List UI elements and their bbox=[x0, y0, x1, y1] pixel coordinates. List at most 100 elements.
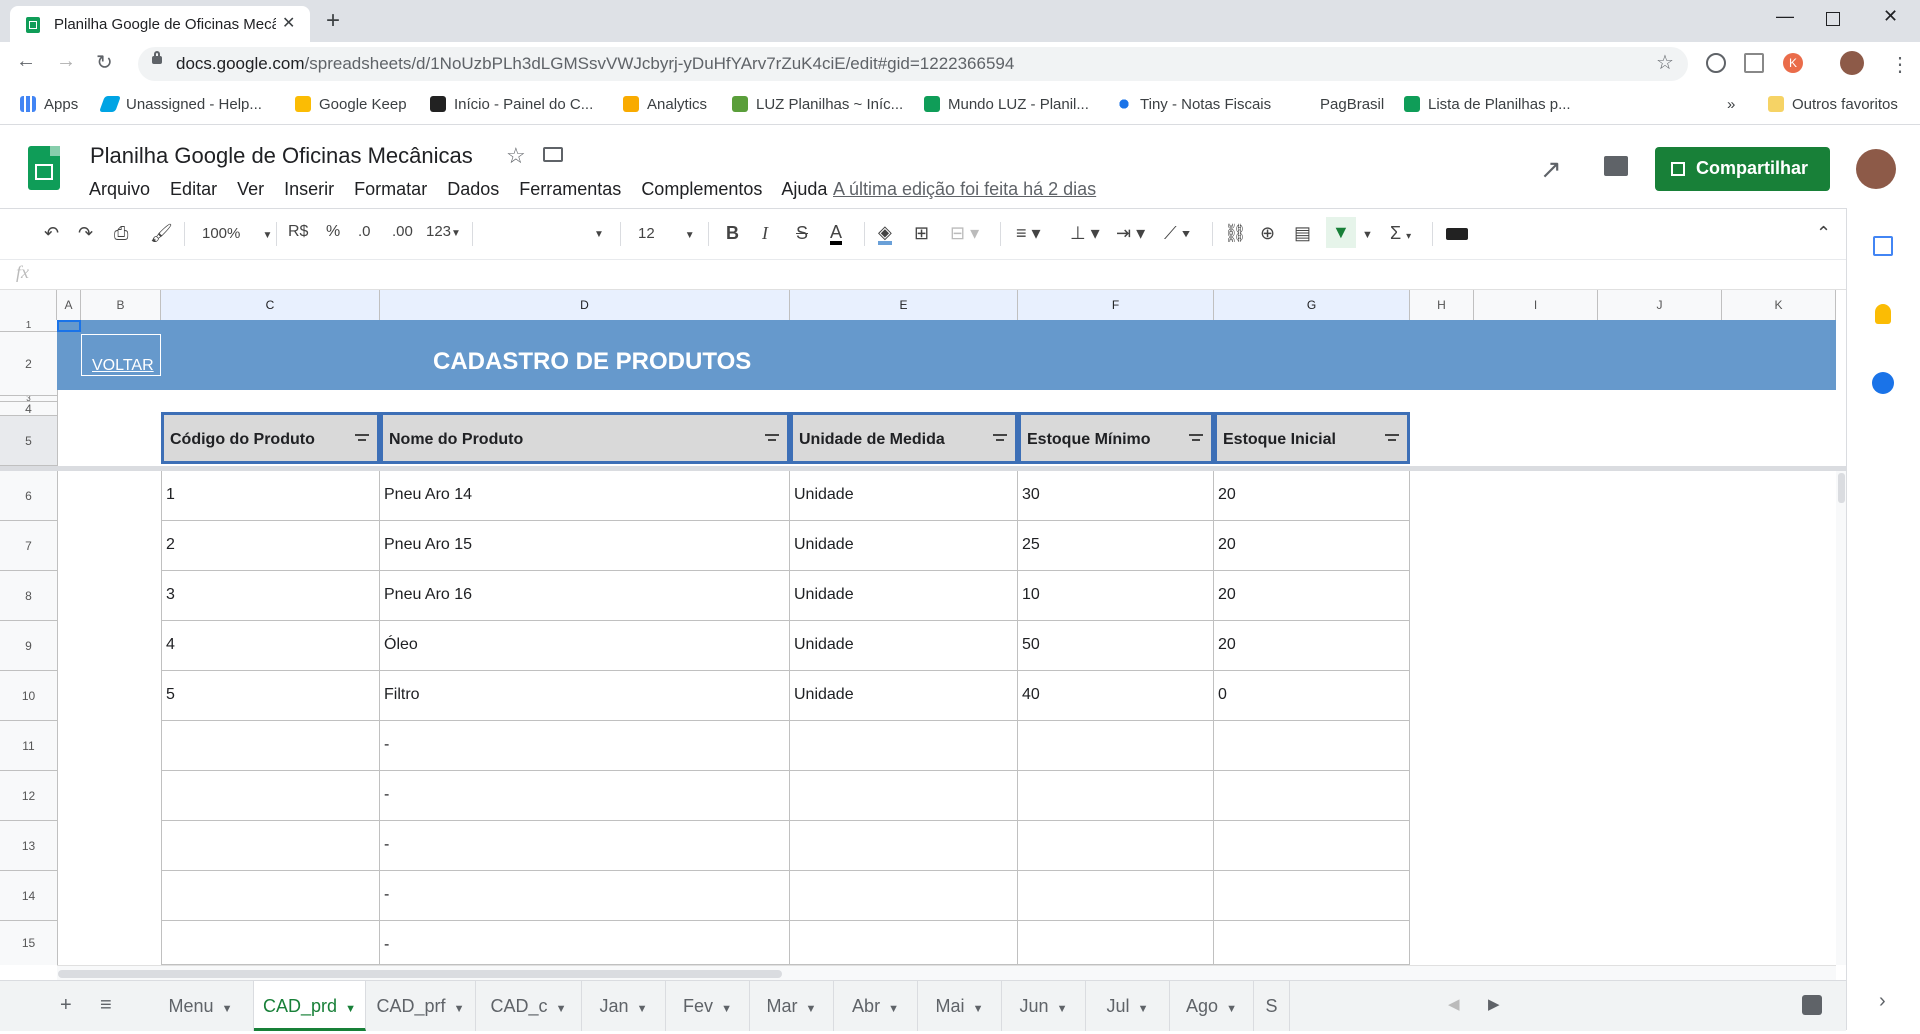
active-cell-cursor[interactable] bbox=[57, 320, 81, 332]
lock-icon[interactable] bbox=[152, 51, 162, 64]
sheet-tab[interactable]: Menu ▼ bbox=[148, 981, 254, 1031]
bookmark-luz[interactable]: LUZ Planilhas ~ Iníc... bbox=[732, 96, 903, 113]
last-edit-link[interactable]: A última edição foi feita há 2 dias bbox=[833, 179, 1096, 200]
table-cell[interactable] bbox=[161, 871, 380, 921]
row-header[interactable]: 4 bbox=[0, 402, 57, 416]
header-estoque-minimo[interactable]: Estoque Mínimo bbox=[1018, 412, 1214, 464]
sheet-tab-dropdown-icon[interactable]: ▼ bbox=[1226, 1003, 1237, 1015]
column-header[interactable]: F bbox=[1018, 290, 1214, 320]
table-cell[interactable]: 5 bbox=[161, 671, 380, 721]
all-sheets-icon[interactable]: ≡ bbox=[100, 994, 112, 1017]
new-tab-icon[interactable]: + bbox=[326, 7, 340, 35]
filter-icon[interactable] bbox=[355, 434, 369, 444]
horizontal-align-icon[interactable]: ≡ ▾ bbox=[1016, 223, 1041, 244]
bookmark-outros[interactable]: Outros favoritos bbox=[1768, 96, 1898, 113]
formula-bar[interactable] bbox=[0, 259, 1846, 290]
sheet-tab[interactable]: Ago ▼ bbox=[1170, 981, 1254, 1031]
text-rotation-icon[interactable]: ⟋ ▾ bbox=[1164, 223, 1190, 244]
table-cell[interactable]: 0 bbox=[1214, 671, 1410, 721]
bookmark-keep[interactable]: Google Keep bbox=[295, 96, 407, 113]
print-icon[interactable]: ⎙ bbox=[114, 223, 128, 244]
menu-editar[interactable]: Editar bbox=[170, 179, 217, 199]
row-header[interactable]: 6 bbox=[0, 471, 57, 521]
column-header[interactable]: H bbox=[1410, 290, 1474, 320]
sheet-tab-dropdown-icon[interactable]: ▼ bbox=[721, 1003, 732, 1015]
table-cell[interactable]: 30 bbox=[1018, 471, 1214, 521]
table-cell[interactable] bbox=[1018, 821, 1214, 871]
row-header[interactable]: 2 bbox=[0, 332, 57, 396]
calendar-icon[interactable] bbox=[1873, 236, 1893, 256]
undo-icon[interactable]: ↶ bbox=[44, 223, 59, 244]
table-cell[interactable] bbox=[1018, 771, 1214, 821]
sheet-tab[interactable]: CAD_prf ▼ bbox=[366, 981, 476, 1031]
menu-dados[interactable]: Dados bbox=[447, 179, 499, 199]
menu-arquivo[interactable]: Arquivo bbox=[89, 179, 150, 199]
column-header[interactable]: J bbox=[1598, 290, 1722, 320]
table-cell[interactable]: 20 bbox=[1214, 571, 1410, 621]
menu-complementos[interactable]: Complementos bbox=[641, 179, 762, 199]
table-cell[interactable]: Óleo bbox=[380, 621, 790, 671]
tasks-icon[interactable] bbox=[1872, 372, 1894, 394]
insert-comment-icon[interactable]: ⊕ bbox=[1260, 223, 1275, 244]
bookmarks-overflow-icon[interactable]: » bbox=[1727, 96, 1735, 113]
table-cell[interactable]: 20 bbox=[1214, 521, 1410, 571]
table-cell[interactable]: 4 bbox=[161, 621, 380, 671]
table-cell[interactable] bbox=[1214, 921, 1410, 965]
extension-icon[interactable] bbox=[1706, 53, 1726, 73]
table-cell[interactable]: 10 bbox=[1018, 571, 1214, 621]
menu-ver[interactable]: Ver bbox=[237, 179, 264, 199]
menu-formatar[interactable]: Formatar bbox=[354, 179, 427, 199]
table-cell[interactable]: - bbox=[380, 771, 790, 821]
bookmark-lista[interactable]: Lista de Planilhas p... bbox=[1404, 96, 1571, 113]
sheet-tab-dropdown-icon[interactable]: ▼ bbox=[222, 1003, 233, 1015]
strikethrough-button[interactable]: S bbox=[796, 223, 808, 244]
bookmark-inicio[interactable]: Início - Painel do C... bbox=[430, 96, 593, 113]
header-estoque-inicial[interactable]: Estoque Inicial bbox=[1214, 412, 1410, 464]
text-color-button[interactable]: A bbox=[830, 223, 843, 245]
table-cell[interactable]: 40 bbox=[1018, 671, 1214, 721]
row-header[interactable]: 5 bbox=[0, 416, 57, 466]
table-cell[interactable] bbox=[790, 871, 1018, 921]
header-codigo[interactable]: Código do Produto bbox=[161, 412, 380, 464]
activity-trend-icon[interactable]: ↗ bbox=[1540, 154, 1562, 185]
scroll-tabs-left-icon[interactable]: ◀ bbox=[1448, 995, 1460, 1013]
row-header[interactable]: 7 bbox=[0, 521, 57, 571]
sheet-tab-dropdown-icon[interactable]: ▼ bbox=[454, 1003, 465, 1015]
row-header[interactable]: 11 bbox=[0, 721, 57, 771]
sheet-tab[interactable]: CAD_prd ▼ bbox=[254, 981, 366, 1031]
increase-decimal-button[interactable]: .00 bbox=[392, 223, 413, 240]
expand-panel-icon[interactable]: › bbox=[1879, 990, 1886, 1013]
insert-link-icon[interactable]: ⛓ bbox=[1224, 223, 1247, 244]
table-cell[interactable]: Unidade bbox=[790, 621, 1018, 671]
table-cell[interactable] bbox=[790, 721, 1018, 771]
table-cell[interactable]: Unidade bbox=[790, 571, 1018, 621]
column-header[interactable]: D bbox=[380, 290, 790, 320]
bold-button[interactable]: B bbox=[726, 223, 739, 244]
window-close-icon[interactable]: ✕ bbox=[1883, 6, 1898, 27]
extension-k-icon[interactable]: K bbox=[1783, 53, 1803, 73]
table-cell[interactable]: Filtro bbox=[380, 671, 790, 721]
collapse-menus-icon[interactable]: ⌃ bbox=[1816, 223, 1831, 244]
bookmark-star-icon[interactable]: ☆ bbox=[1656, 50, 1674, 75]
header-nome[interactable]: Nome do Produto bbox=[380, 412, 790, 464]
table-cell[interactable]: 2 bbox=[161, 521, 380, 571]
table-cell[interactable] bbox=[790, 921, 1018, 965]
bookmark-pagbrasil[interactable]: PagBrasil bbox=[1294, 96, 1384, 113]
bookmark-tiny[interactable]: Tiny - Notas Fiscais bbox=[1116, 96, 1271, 113]
table-cell[interactable]: 20 bbox=[1214, 471, 1410, 521]
table-cell[interactable] bbox=[1214, 771, 1410, 821]
sheet-tab[interactable]: Abr ▼ bbox=[834, 981, 918, 1031]
close-tab-icon[interactable]: ✕ bbox=[282, 13, 295, 33]
explore-icon[interactable] bbox=[1802, 995, 1822, 1015]
star-icon[interactable]: ☆ bbox=[506, 143, 526, 169]
filter-icon[interactable] bbox=[1385, 434, 1399, 444]
select-all-corner[interactable] bbox=[0, 290, 57, 320]
menu-inserir[interactable]: Inserir bbox=[284, 179, 334, 199]
sheet-tab[interactable]: S bbox=[1254, 981, 1290, 1031]
table-cell[interactable]: - bbox=[380, 721, 790, 771]
column-header[interactable]: E bbox=[790, 290, 1018, 320]
forward-icon[interactable]: → bbox=[56, 50, 76, 73]
table-cell[interactable]: 25 bbox=[1018, 521, 1214, 571]
bookmark-analytics[interactable]: Analytics bbox=[623, 96, 707, 113]
fill-color-icon[interactable]: ◈ bbox=[878, 223, 892, 245]
